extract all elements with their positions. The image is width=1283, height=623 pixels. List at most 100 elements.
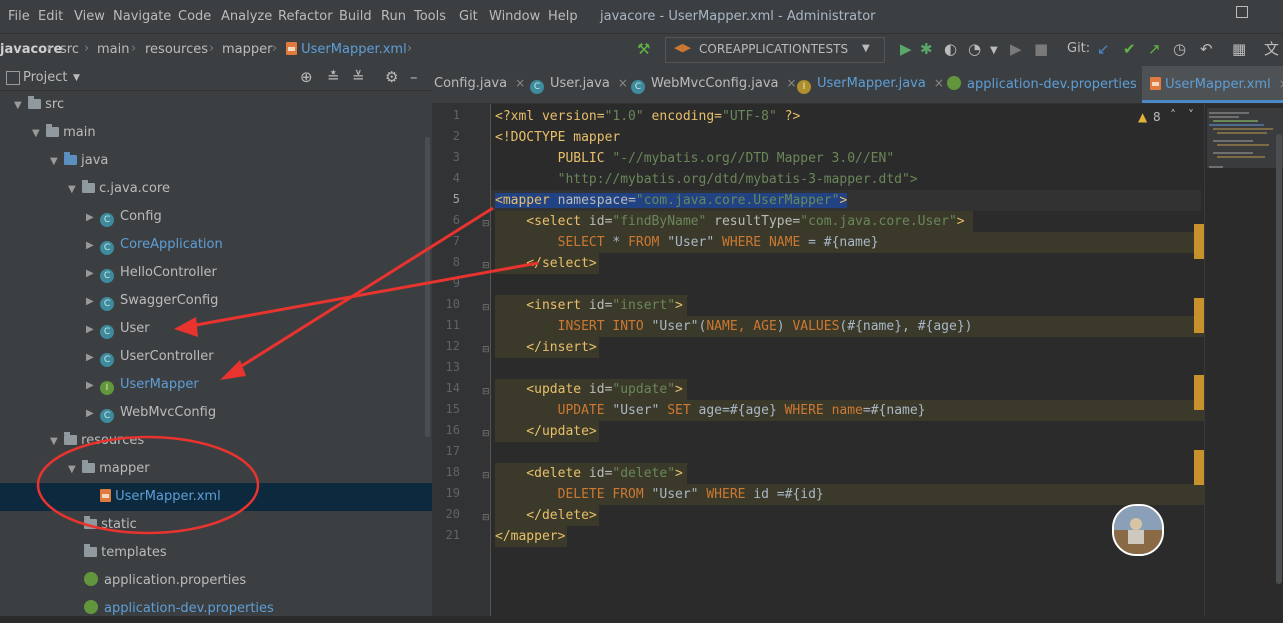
menu-window[interactable]: Window — [489, 9, 540, 24]
close-icon[interactable]: × — [1279, 77, 1283, 91]
chevron-right-icon[interactable]: ▶ — [86, 260, 100, 288]
menu-edit[interactable]: Edit — [38, 9, 63, 24]
tree-node-usermapper-xml[interactable]: UserMapper.xml — [0, 483, 432, 511]
fold-icon[interactable]: ⊟ — [482, 471, 490, 481]
menu-run[interactable]: Run — [381, 9, 406, 24]
run-configuration-selector[interactable]: ◀▶ COREAPPLICATIONTESTS ▼ — [665, 37, 885, 63]
fold-icon[interactable]: ⊟ — [482, 261, 490, 271]
breadcrumb-main[interactable]: main — [97, 42, 129, 57]
settings-gear-icon[interactable]: ⚙ — [385, 68, 398, 86]
fold-icon[interactable]: ⊟ — [482, 345, 490, 355]
tree-node-main[interactable]: ▼ main — [32, 119, 96, 147]
debug-icon[interactable]: ✱ — [920, 40, 933, 58]
close-icon[interactable]: × — [618, 76, 628, 90]
tab-usermapper-java[interactable]: I UserMapper.java × — [797, 76, 944, 94]
hide-panel-icon[interactable]: – — [410, 68, 418, 86]
fold-icon[interactable]: ⊟ — [482, 303, 490, 313]
collapse-all-icon[interactable]: ≚ — [352, 68, 365, 86]
tab-usermapper-xml[interactable]: UserMapper.xml × — [1142, 66, 1283, 103]
menu-git[interactable]: Git — [459, 9, 478, 24]
tree-node-mapper[interactable]: ▼ mapper — [68, 455, 150, 483]
tree-node-java[interactable]: ▼ java — [50, 147, 108, 175]
git-update-icon[interactable]: ↙ — [1097, 40, 1110, 58]
tree-node-src[interactable]: ▼ src — [14, 91, 424, 119]
profile-icon[interactable]: ◔ — [968, 40, 981, 58]
chevron-down-icon[interactable]: ▼ — [14, 92, 28, 120]
fold-icon[interactable]: ⊟ — [482, 513, 490, 523]
expand-all-icon[interactable]: ≛ — [327, 68, 340, 86]
chevron-right-icon[interactable]: ▶ — [86, 344, 100, 372]
tree-node-application-properties[interactable]: application.properties — [84, 567, 246, 595]
git-push-icon[interactable]: ↗ — [1148, 40, 1161, 58]
chevron-down-icon[interactable]: ▼ — [73, 73, 80, 83]
close-icon[interactable]: × — [786, 76, 796, 90]
git-history-icon[interactable]: ◷ — [1173, 40, 1186, 58]
chevron-down-icon[interactable]: ▼ — [50, 148, 64, 176]
chevron-down-icon[interactable]: ▼ — [68, 456, 82, 484]
close-icon[interactable]: × — [934, 76, 944, 90]
project-view-title[interactable]: Project — [23, 70, 67, 85]
chevron-down-icon[interactable]: ▼ — [50, 428, 64, 456]
chevron-right-icon[interactable]: ▶ — [86, 400, 100, 428]
menu-file[interactable]: File — [8, 9, 30, 24]
tree-node-usercontroller[interactable]: ▶ C UserController — [86, 343, 214, 371]
tree-node-webmvcconfig[interactable]: ▶ C WebMvcConfig — [86, 399, 216, 427]
restore-window-icon[interactable] — [1236, 6, 1248, 18]
fold-icon[interactable]: ⊟ — [482, 387, 490, 397]
breadcrumb-file[interactable]: UserMapper.xml — [286, 42, 407, 57]
tree-scrollbar[interactable] — [425, 137, 430, 437]
fold-icon[interactable]: ⊟ — [482, 219, 490, 229]
tab-webmvcconfig-java[interactable]: C WebMvcConfig.java × — [631, 76, 797, 94]
tree-node-application-dev-properties[interactable]: application-dev.properties — [84, 595, 274, 623]
locate-file-icon[interactable]: ⊕ — [300, 68, 313, 86]
more-run-options-icon[interactable]: ▼ — [990, 42, 998, 60]
menu-code[interactable]: Code — [178, 9, 211, 24]
breadcrumb-project[interactable]: javacore — [0, 42, 62, 57]
breadcrumb-mapper[interactable]: mapper — [222, 42, 272, 57]
tab-config-java[interactable]: Config.java × — [434, 76, 525, 91]
git-rollback-icon[interactable]: ↶ — [1200, 40, 1213, 58]
code-minimap[interactable] — [1204, 104, 1283, 616]
project-structure-icon[interactable]: ▦ — [1232, 40, 1246, 58]
inspection-widget[interactable]: ▲ 8 ˄ ˅ — [1130, 108, 1204, 128]
chevron-right-icon[interactable]: ▶ — [86, 288, 100, 316]
build-hammer-icon[interactable]: ⚒ — [637, 40, 650, 58]
tree-node-usermapper[interactable]: ▶ I UserMapper — [86, 371, 199, 399]
translate-icon[interactable]: 文 — [1264, 40, 1279, 58]
chevron-right-icon[interactable]: ▶ — [86, 316, 100, 344]
tree-node-templates[interactable]: templates — [84, 539, 167, 567]
menu-refactor[interactable]: Refactor — [278, 9, 333, 24]
menu-tools[interactable]: Tools — [414, 9, 446, 24]
coverage-icon[interactable]: ◐ — [944, 40, 957, 58]
tree-node-hellocontroller[interactable]: ▶ C HelloController — [86, 259, 217, 287]
code-editor[interactable]: <?xml version="1.0" encoding="UTF-8" ?> … — [491, 104, 1205, 616]
tree-node-resources[interactable]: ▼ resources — [50, 427, 144, 455]
chevron-down-icon[interactable]: ▼ — [32, 120, 46, 148]
tree-node-static[interactable]: static — [84, 511, 137, 539]
chevron-up-icon[interactable]: ˄ — [1170, 108, 1176, 122]
git-commit-icon[interactable]: ✔ — [1123, 40, 1136, 58]
menu-build[interactable]: Build — [339, 9, 372, 24]
chevron-down-icon[interactable]: ˅ — [1188, 108, 1194, 122]
tree-node-package[interactable]: ▼ c.java.core — [68, 175, 170, 203]
tree-node-coreapplication[interactable]: ▶ C CoreApplication — [86, 231, 223, 259]
tab-user-java[interactable]: C User.java × — [530, 76, 628, 94]
fold-icon[interactable]: ⊟ — [482, 429, 490, 439]
menu-analyze[interactable]: Analyze — [221, 9, 272, 24]
tree-node-user[interactable]: ▶ C User — [86, 315, 150, 343]
chevron-right-icon[interactable]: ▶ — [86, 204, 100, 232]
chevron-right-icon[interactable]: ▶ — [86, 372, 100, 400]
run-icon[interactable]: ▶ — [900, 40, 912, 58]
chevron-down-icon[interactable]: ▼ — [68, 176, 82, 204]
breadcrumb-resources[interactable]: resources — [145, 42, 208, 57]
close-icon[interactable]: × — [515, 76, 525, 90]
menu-view[interactable]: View — [74, 9, 105, 24]
breadcrumb-src[interactable]: src — [60, 42, 79, 57]
tree-node-swaggerconfig[interactable]: ▶ C SwaggerConfig — [86, 287, 218, 315]
tree-node-config[interactable]: ▶ C Config — [86, 203, 162, 231]
menu-help[interactable]: Help — [548, 9, 578, 24]
menu-navigate[interactable]: Navigate — [113, 9, 171, 24]
tab-application-dev-properties[interactable]: application-dev.properties× — [947, 76, 1155, 92]
editor-scrollbar[interactable] — [1276, 134, 1282, 584]
chevron-right-icon[interactable]: ▶ — [86, 232, 100, 260]
